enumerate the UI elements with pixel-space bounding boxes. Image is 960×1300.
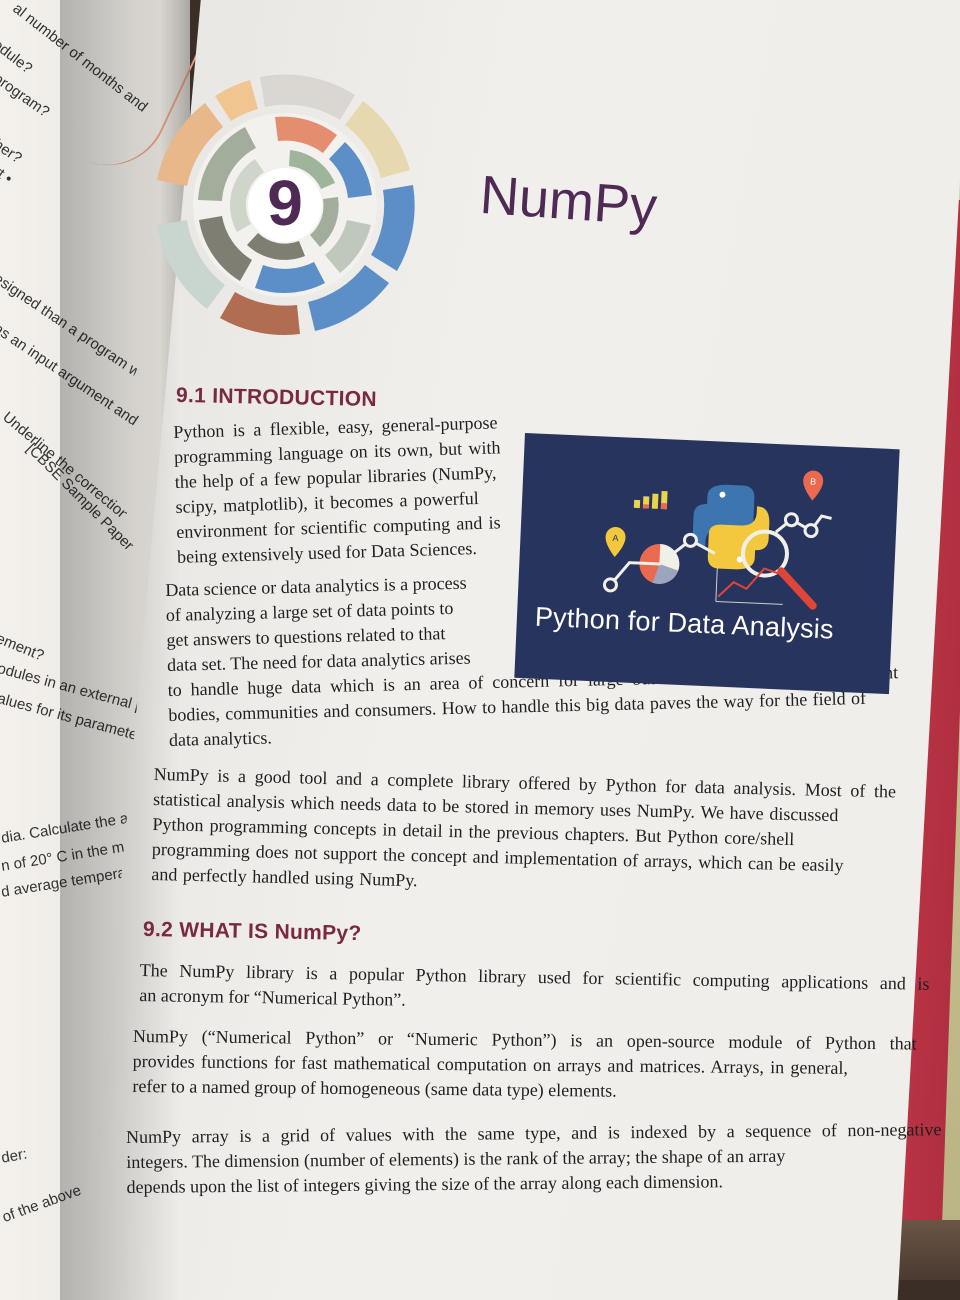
intro-paragraph-3: NumPy is a good tool and a complete libr… (151, 762, 896, 904)
banner-illustration: A B (602, 470, 832, 610)
section-heading-introduction: 9.1 INTRODUCTION (175, 383, 378, 412)
python-data-analysis-banner: A B Python for Data Analysis (514, 433, 900, 695)
page-content: 9 NumPy 9.1 INTRODUCTION Python is a fle… (0, 0, 960, 1280)
svg-text:A: A (612, 533, 618, 543)
section-heading-what-is-numpy: 9.2 WHAT IS NumPy? (142, 917, 362, 946)
numpy-paragraph-3: NumPy array is a grid of values with the… (126, 1117, 942, 1200)
chapter-number: 9 (267, 167, 303, 239)
intro-paragraph-1: Python is a flexible, easy, general-purp… (173, 410, 504, 570)
chapter-emblem: 9 (157, 74, 415, 335)
numpy-paragraph-1: The NumPy library is a popular Python li… (139, 958, 930, 1022)
svg-text:B: B (810, 476, 816, 486)
chapter-title: NumPy (478, 164, 659, 238)
marker-b-icon: B (803, 470, 824, 501)
marker-a-icon: A (605, 527, 626, 558)
python-logo-icon (692, 484, 770, 570)
numpy-paragraph-2: NumPy (“Numerical Python” or “Numeric Py… (132, 1024, 917, 1107)
